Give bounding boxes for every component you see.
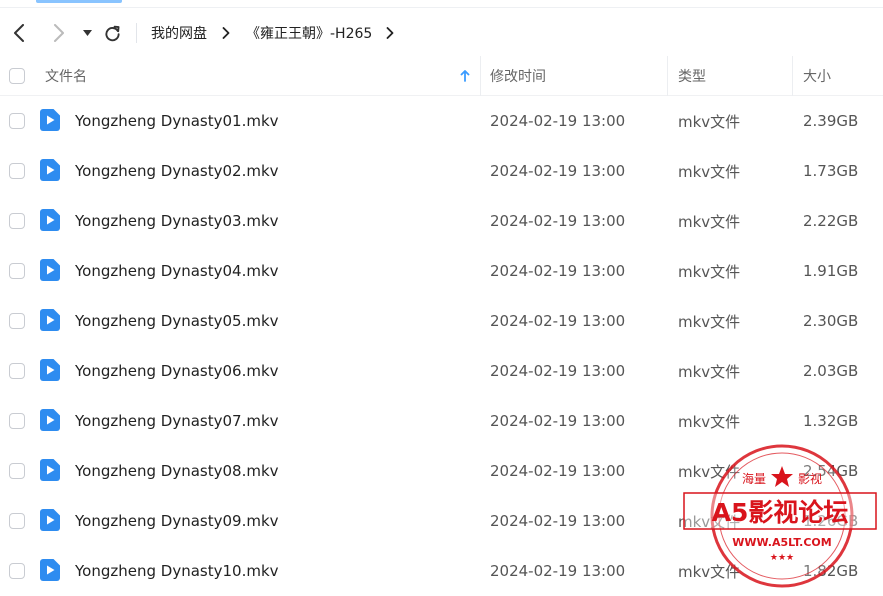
video-file-icon xyxy=(40,109,60,131)
file-row[interactable]: Yongzheng Dynasty01.mkv 2024-02-19 13:00… xyxy=(0,96,883,146)
chevron-left-icon xyxy=(14,24,24,42)
file-row[interactable]: Yongzheng Dynasty08.mkv 2024-02-19 13:00… xyxy=(0,446,883,496)
file-type: mkv文件 xyxy=(678,562,741,581)
file-size: 1.32GB xyxy=(803,412,859,430)
file-size: 2.39GB xyxy=(803,112,859,130)
video-file-icon xyxy=(40,309,60,331)
video-file-icon xyxy=(40,159,60,181)
file-size: 2.30GB xyxy=(803,312,859,330)
sort-ascending-icon[interactable] xyxy=(460,56,470,96)
file-size: 1.91GB xyxy=(803,262,859,280)
row-checkbox[interactable] xyxy=(9,463,25,479)
row-checkbox[interactable] xyxy=(9,313,25,329)
file-modified: 2024-02-19 13:00 xyxy=(490,312,626,330)
file-type: mkv文件 xyxy=(678,112,741,131)
top-tab-strip xyxy=(0,0,883,8)
forward-button[interactable] xyxy=(48,12,70,54)
video-file-icon xyxy=(40,459,60,481)
file-size: 2.54GB xyxy=(803,462,859,480)
nav-separator xyxy=(136,23,137,43)
file-name[interactable]: Yongzheng Dynasty04.mkv xyxy=(75,246,279,296)
back-button[interactable] xyxy=(8,12,30,54)
column-header-modified[interactable]: 修改时间 xyxy=(490,56,546,96)
file-type: mkv文件 xyxy=(678,412,741,431)
file-modified: 2024-02-19 13:00 xyxy=(490,212,626,230)
file-row[interactable]: Yongzheng Dynasty04.mkv 2024-02-19 13:00… xyxy=(0,246,883,296)
active-tab-indicator xyxy=(36,0,122,3)
file-type: mkv文件 xyxy=(678,462,741,481)
file-modified: 2024-02-19 13:00 xyxy=(490,362,626,380)
file-modified: 2024-02-19 13:00 xyxy=(490,112,626,130)
breadcrumb-current-folder[interactable]: 《雍正王朝》-H265 xyxy=(246,12,372,54)
breadcrumb-trailing-arrow-icon xyxy=(386,12,394,54)
file-size: 1.26GB xyxy=(803,512,859,530)
video-file-icon xyxy=(40,209,60,231)
file-list-header: 文件名 修改时间 类型 大小 xyxy=(0,56,883,96)
file-type: mkv文件 xyxy=(678,162,741,181)
file-row[interactable]: Yongzheng Dynasty02.mkv 2024-02-19 13:00… xyxy=(0,146,883,196)
row-checkbox[interactable] xyxy=(9,363,25,379)
file-modified: 2024-02-19 13:00 xyxy=(490,162,626,180)
column-divider[interactable] xyxy=(480,56,481,96)
file-modified: 2024-02-19 13:00 xyxy=(490,462,626,480)
file-row[interactable]: Yongzheng Dynasty03.mkv 2024-02-19 13:00… xyxy=(0,196,883,246)
video-file-icon xyxy=(40,559,60,581)
file-row[interactable]: Yongzheng Dynasty09.mkv 2024-02-19 13:00… xyxy=(0,496,883,546)
video-file-icon xyxy=(40,359,60,381)
file-name[interactable]: Yongzheng Dynasty08.mkv xyxy=(75,446,279,496)
file-list: Yongzheng Dynasty01.mkv 2024-02-19 13:00… xyxy=(0,96,883,596)
file-name[interactable]: Yongzheng Dynasty07.mkv xyxy=(75,396,279,446)
file-name[interactable]: Yongzheng Dynasty06.mkv xyxy=(75,346,279,396)
file-name[interactable]: Yongzheng Dynasty01.mkv xyxy=(75,96,279,146)
file-modified: 2024-02-19 13:00 xyxy=(490,262,626,280)
file-row[interactable]: Yongzheng Dynasty07.mkv 2024-02-19 13:00… xyxy=(0,396,883,446)
file-type: mkv文件 xyxy=(678,312,741,331)
row-checkbox[interactable] xyxy=(9,113,25,129)
column-divider[interactable] xyxy=(667,56,668,96)
row-checkbox[interactable] xyxy=(9,413,25,429)
video-file-icon xyxy=(40,409,60,431)
file-name[interactable]: Yongzheng Dynasty10.mkv xyxy=(75,546,279,596)
column-header-name[interactable]: 文件名 xyxy=(45,56,87,96)
file-row[interactable]: Yongzheng Dynasty10.mkv 2024-02-19 13:00… xyxy=(0,546,883,596)
file-size: 1.82GB xyxy=(803,562,859,580)
chevron-right-icon xyxy=(54,24,64,42)
row-checkbox[interactable] xyxy=(9,513,25,529)
file-row[interactable]: Yongzheng Dynasty06.mkv 2024-02-19 13:00… xyxy=(0,346,883,396)
file-modified: 2024-02-19 13:00 xyxy=(490,562,626,580)
row-checkbox[interactable] xyxy=(9,213,25,229)
file-type: mkv文件 xyxy=(678,512,741,531)
select-all-checkbox[interactable] xyxy=(9,56,25,96)
file-type: mkv文件 xyxy=(678,262,741,281)
file-modified: 2024-02-19 13:00 xyxy=(490,412,626,430)
column-divider[interactable] xyxy=(792,56,793,96)
column-header-size[interactable]: 大小 xyxy=(803,56,831,96)
file-name[interactable]: Yongzheng Dynasty05.mkv xyxy=(75,296,279,346)
file-name[interactable]: Yongzheng Dynasty09.mkv xyxy=(75,496,279,546)
column-header-type[interactable]: 类型 xyxy=(678,56,706,96)
navigation-bar: 我的网盘 《雍正王朝》-H265 xyxy=(0,12,883,54)
history-dropdown-button[interactable] xyxy=(80,12,94,54)
row-checkbox[interactable] xyxy=(9,263,25,279)
file-row[interactable]: Yongzheng Dynasty05.mkv 2024-02-19 13:00… xyxy=(0,296,883,346)
refresh-button[interactable] xyxy=(102,12,122,54)
file-size: 1.73GB xyxy=(803,162,859,180)
breadcrumb-separator-icon xyxy=(222,12,230,54)
caret-down-icon xyxy=(82,30,92,36)
row-checkbox[interactable] xyxy=(9,163,25,179)
row-checkbox[interactable] xyxy=(9,563,25,579)
file-type: mkv文件 xyxy=(678,212,741,231)
file-type: mkv文件 xyxy=(678,362,741,381)
file-size: 2.03GB xyxy=(803,362,859,380)
file-size: 2.22GB xyxy=(803,212,859,230)
file-name[interactable]: Yongzheng Dynasty03.mkv xyxy=(75,196,279,246)
refresh-icon xyxy=(104,25,120,41)
video-file-icon xyxy=(40,259,60,281)
video-file-icon xyxy=(40,509,60,531)
breadcrumb-root[interactable]: 我的网盘 xyxy=(151,12,207,54)
file-modified: 2024-02-19 13:00 xyxy=(490,512,626,530)
file-name[interactable]: Yongzheng Dynasty02.mkv xyxy=(75,146,279,196)
